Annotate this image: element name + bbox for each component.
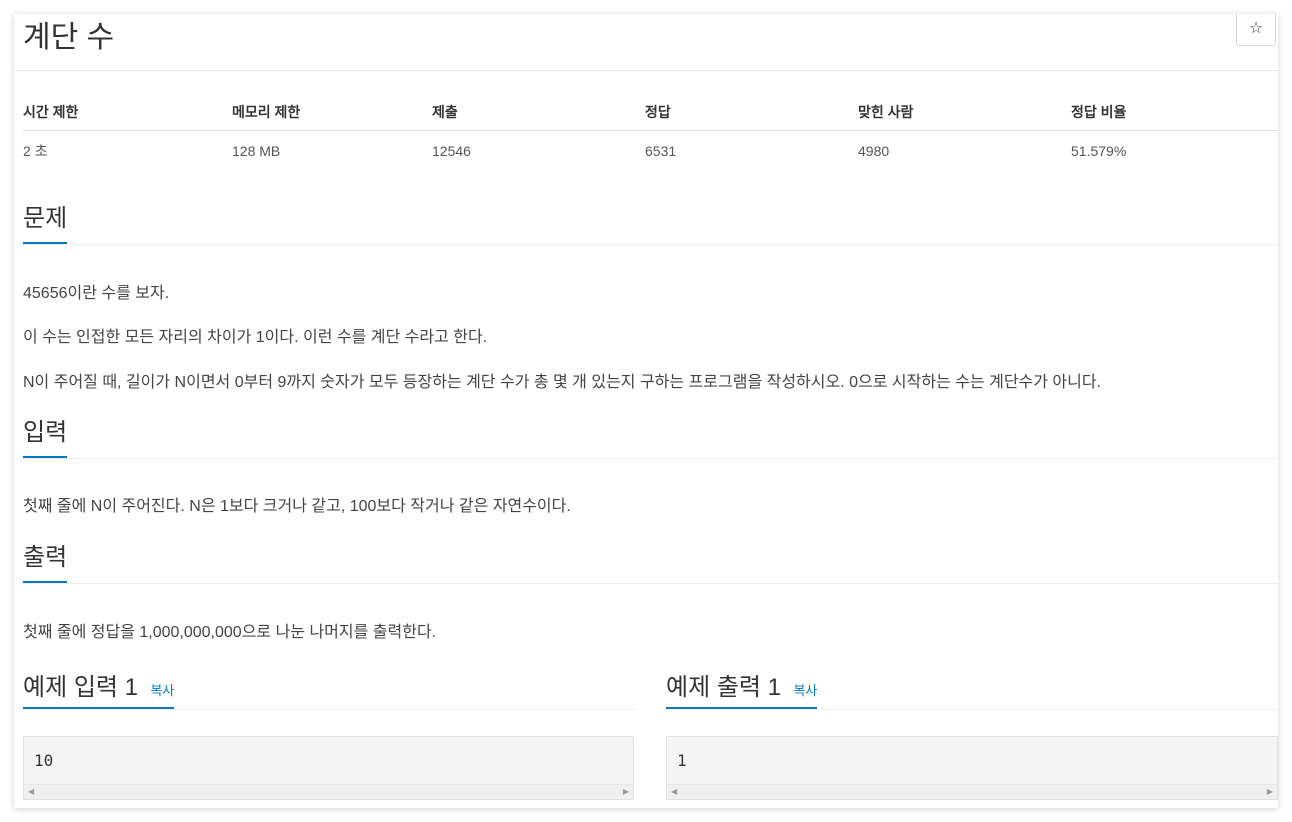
- header-memory-limit: 메모리 제한: [232, 94, 432, 131]
- output-section-header: 출력: [23, 541, 1278, 584]
- problem-card: 계단 수 ☆ 시간 제한 메모리 제한 제출 정답 맞힌 사람 정답 비율 2 …: [14, 14, 1278, 808]
- table-row: 2 초 128 MB 12546 6531 4980 51.579%: [23, 131, 1278, 172]
- memory-limit-value: 128 MB: [232, 143, 281, 159]
- header-accept-ratio: 정답 비율: [1071, 94, 1278, 131]
- sample-input-header: 예제 입력 1 복사: [23, 667, 634, 710]
- accepted-value: 6531: [645, 143, 677, 159]
- scroll-right-icon[interactable]: ▶: [623, 787, 629, 797]
- sample-output-box: 1 ◀ ▶: [666, 736, 1278, 800]
- input-section-header: 입력: [23, 416, 1278, 459]
- title-bar: 계단 수 ☆: [14, 14, 1278, 71]
- sample-output-title: 예제 출력 1: [666, 674, 782, 701]
- sample-input-title-wrap: 예제 입력 1 복사: [23, 667, 175, 709]
- output-heading: 출력: [23, 541, 68, 583]
- sample-input-title: 예제 입력 1: [23, 674, 139, 701]
- problem-info-table: 시간 제한 메모리 제한 제출 정답 맞힌 사람 정답 비율 2 초 128 M…: [23, 94, 1278, 171]
- scroll-left-icon[interactable]: ◀: [28, 787, 34, 797]
- time-limit-value: 2 초: [23, 143, 48, 159]
- page-title: 계단 수: [23, 21, 115, 54]
- input-description: 첫째 줄에 N이 주어진다. N은 1보다 크거나 같고, 100보다 작거나 …: [23, 498, 571, 515]
- description-paragraph: N이 주어질 때, 길이가 N이면서 0부터 9까지 숫자가 모두 등장하는 계…: [23, 374, 1102, 391]
- output-description: 첫째 줄에 정답을 1,000,000,000으로 나눈 나머지를 출력한다.: [23, 624, 437, 641]
- description-paragraph: 45656이란 수를 보자.: [23, 285, 170, 302]
- sample-output-copy-link[interactable]: 복사: [793, 683, 817, 698]
- accept-ratio-value: 51.579%: [1071, 143, 1127, 159]
- solvers-value: 4980: [858, 143, 890, 159]
- submissions-value: 12546: [432, 143, 471, 159]
- scroll-left-icon[interactable]: ◀: [671, 787, 677, 797]
- sample-output-content: 1: [677, 751, 687, 770]
- header-solvers: 맞힌 사람: [858, 94, 1071, 131]
- star-icon: ☆: [1248, 20, 1264, 37]
- input-heading: 입력: [23, 416, 68, 458]
- sample-input-copy-link[interactable]: 복사: [150, 683, 174, 698]
- sample-output-header: 예제 출력 1 복사: [666, 667, 1278, 710]
- scroll-right-icon[interactable]: ▶: [1267, 787, 1273, 797]
- header-time-limit: 시간 제한: [23, 94, 232, 131]
- sample-input-content: 10: [34, 751, 54, 770]
- sample-output-title-wrap: 예제 출력 1 복사: [666, 667, 818, 709]
- description-heading: 문제: [23, 202, 68, 244]
- sample-input-scrollbar[interactable]: ◀ ▶: [24, 784, 633, 799]
- description-paragraph: 이 수는 인접한 모든 자리의 차이가 1이다. 이런 수를 계단 수라고 한다…: [23, 329, 488, 346]
- description-section-header: 문제: [23, 202, 1278, 245]
- header-submissions: 제출: [432, 94, 645, 131]
- sample-output-scrollbar[interactable]: ◀ ▶: [667, 784, 1277, 799]
- header-accepted: 정답: [645, 94, 858, 131]
- sample-input-box: 10 ◀ ▶: [23, 736, 634, 800]
- star-button[interactable]: ☆: [1236, 14, 1276, 46]
